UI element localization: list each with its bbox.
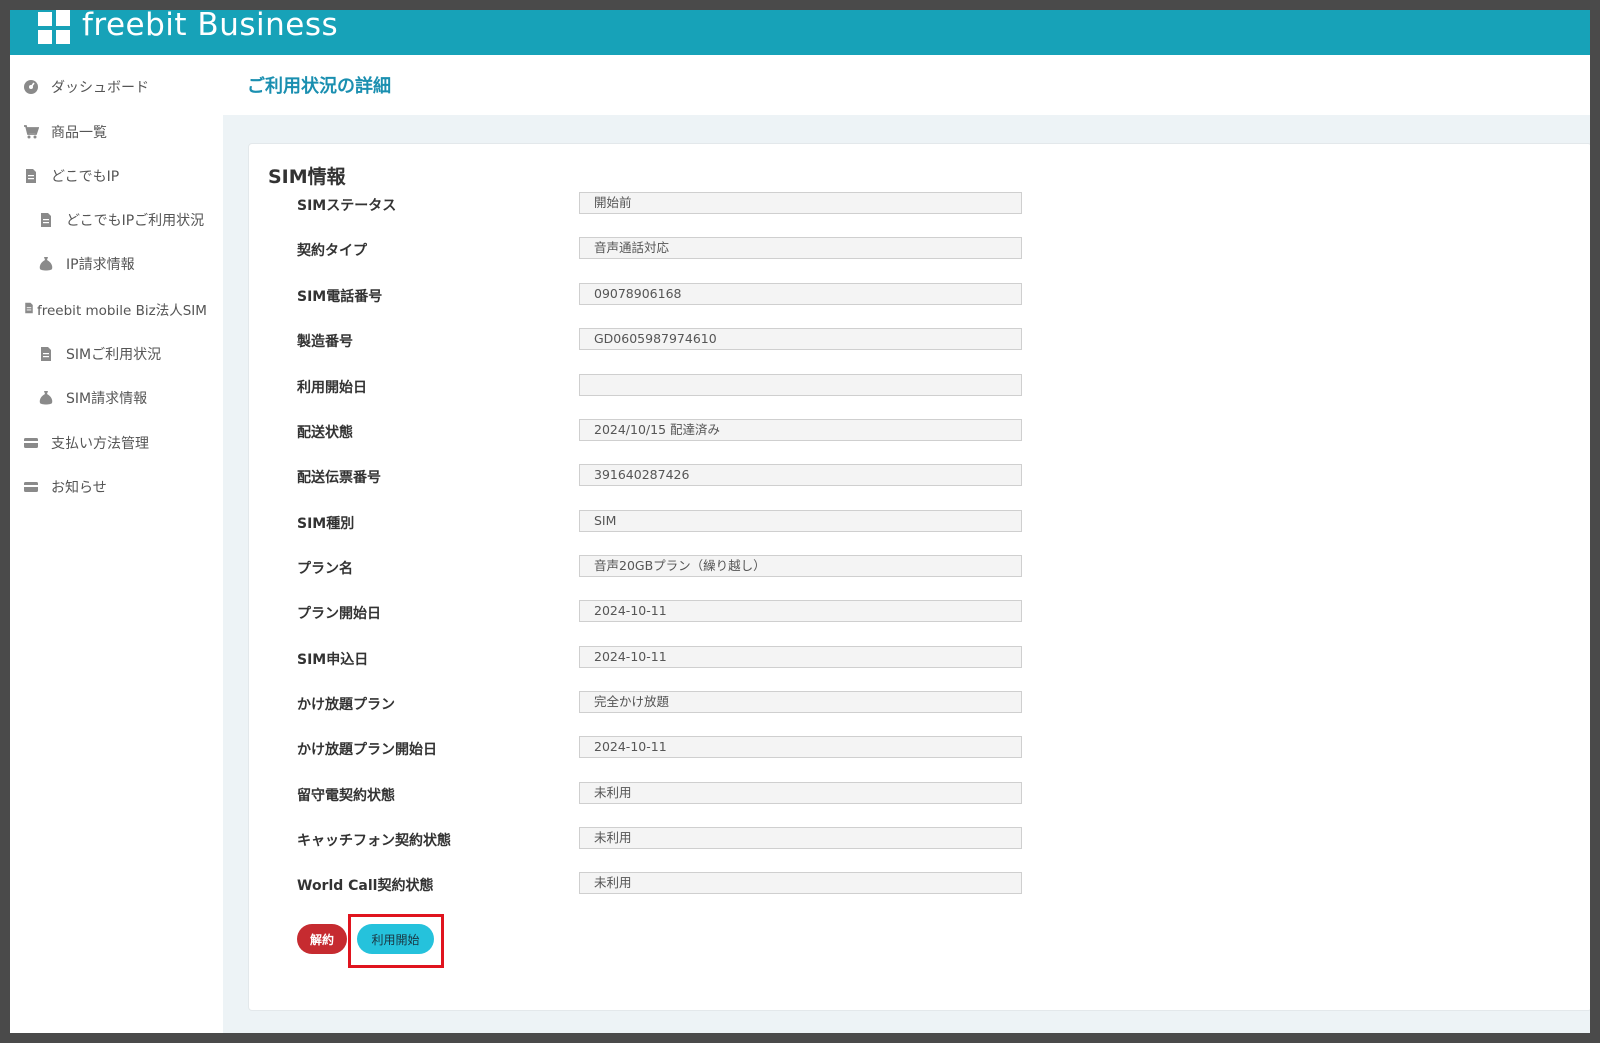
- credit-card-icon: [23, 479, 39, 495]
- field-label-voicemail: 留守電契約状態: [297, 788, 395, 804]
- cart-icon: [23, 124, 39, 140]
- top-bar: freebit Business: [10, 10, 1590, 55]
- page-title: ご利用状況の詳細: [247, 76, 391, 97]
- sidebar-item-label: 商品一覧: [51, 125, 107, 141]
- document-icon: [38, 212, 54, 228]
- sidebar-item-label: IP請求情報: [66, 257, 135, 273]
- sim-info-card: SIM情報 SIMステータス 開始前 契約タイプ 音声通話対応 SIM電話番号 …: [248, 143, 1590, 1011]
- money-bag-icon: [38, 256, 54, 272]
- sidebar-item-label: お知らせ: [51, 480, 107, 496]
- field-contract-type[interactable]: 音声通話対応: [579, 237, 1022, 259]
- highlight-box: [348, 914, 444, 968]
- sidebar-item-dashboard[interactable]: ダッシュボード: [23, 77, 149, 97]
- field-serial-number[interactable]: GD0605987974610: [579, 328, 1022, 350]
- document-icon: [38, 346, 54, 362]
- cancel-contract-button[interactable]: 解約: [297, 924, 347, 954]
- sidebar-item-label: 支払い方法管理: [51, 436, 149, 452]
- credit-card-icon: [23, 435, 39, 451]
- field-plan-name[interactable]: 音声20GBプラン（繰り越し）: [579, 555, 1022, 577]
- sidebar-item-news[interactable]: お知らせ: [23, 477, 107, 497]
- field-label-phone-number: SIM電話番号: [297, 289, 383, 305]
- field-label-sim-status: SIMステータス: [297, 198, 397, 214]
- field-label-unlimited-call: かけ放題プラン: [297, 697, 395, 713]
- field-delivery-status[interactable]: 2024/10/15 配達済み: [579, 419, 1022, 441]
- app-window: freebit Business ダッシュボード 商品一覧 どこでもIP どこで…: [10, 10, 1590, 1033]
- field-plan-start[interactable]: 2024-10-11: [579, 600, 1022, 622]
- field-unlimited-call[interactable]: 完全かけ放題: [579, 691, 1022, 713]
- field-start-date[interactable]: [579, 374, 1022, 396]
- field-unlimited-call-start[interactable]: 2024-10-11: [579, 736, 1022, 758]
- section-title: SIM情報: [268, 166, 346, 188]
- freebit-logo-icon: [38, 10, 72, 46]
- field-label-delivery-status: 配送状態: [297, 425, 353, 441]
- sidebar-item-label: どこでもIP: [51, 169, 120, 185]
- sidebar: ダッシュボード 商品一覧 どこでもIP どこでもIPご利用状況 IP請求情報 f…: [10, 55, 223, 1033]
- field-label-plan-start: プラン開始日: [297, 606, 381, 622]
- sidebar-item-label: どこでもIPご利用状況: [66, 213, 205, 229]
- field-label-unlimited-call-start: かけ放題プラン開始日: [297, 742, 437, 758]
- field-phone-number[interactable]: 09078906168: [579, 283, 1022, 305]
- sidebar-item-sim-billing[interactable]: SIM請求情報: [38, 388, 147, 408]
- document-icon: [23, 301, 35, 317]
- main-content: ご利用状況の詳細 SIM情報 SIMステータス 開始前 契約タイプ 音声通話対応…: [223, 55, 1590, 1033]
- brand-name[interactable]: freebit Business: [82, 10, 338, 41]
- field-sim-type[interactable]: SIM: [579, 510, 1022, 532]
- field-world-call[interactable]: 未利用: [579, 872, 1022, 894]
- sidebar-item-label: ダッシュボード: [51, 80, 149, 96]
- field-voicemail[interactable]: 未利用: [579, 782, 1022, 804]
- document-icon: [23, 168, 39, 184]
- field-label-contract-type: 契約タイプ: [297, 243, 367, 259]
- sidebar-item-products[interactable]: 商品一覧: [23, 122, 107, 142]
- field-sim-status[interactable]: 開始前: [579, 192, 1022, 214]
- field-label-call-waiting: キャッチフォン契約状態: [297, 833, 451, 849]
- money-bag-icon: [38, 390, 54, 406]
- sidebar-item-payment[interactable]: 支払い方法管理: [23, 433, 149, 453]
- field-call-waiting[interactable]: 未利用: [579, 827, 1022, 849]
- page-header: ご利用状況の詳細: [223, 55, 1590, 115]
- sidebar-item-label: freebit mobile Biz法人SIM: [37, 303, 207, 319]
- field-sim-apply-date[interactable]: 2024-10-11: [579, 646, 1022, 668]
- field-label-start-date: 利用開始日: [297, 380, 367, 396]
- sidebar-item-label: SIM請求情報: [66, 391, 148, 407]
- sidebar-item-sim-usage[interactable]: SIMご利用状況: [38, 344, 161, 364]
- dashboard-icon: [23, 79, 39, 95]
- field-label-tracking-number: 配送伝票番号: [297, 470, 381, 486]
- sidebar-item-freebit-mobile[interactable]: freebit mobile Biz法人SIM: [23, 299, 207, 319]
- field-tracking-number[interactable]: 391640287426: [579, 464, 1022, 486]
- field-label-plan-name: プラン名: [297, 561, 353, 577]
- sidebar-item-label: SIMご利用状況: [66, 347, 162, 363]
- sidebar-item-dokodemo-ip[interactable]: どこでもIP: [23, 166, 119, 186]
- sidebar-item-ip-usage[interactable]: どこでもIPご利用状況: [38, 210, 204, 230]
- field-label-world-call: World Call契約状態: [297, 878, 434, 894]
- field-label-serial-number: 製造番号: [297, 334, 353, 350]
- field-label-sim-type: SIM種別: [297, 516, 355, 532]
- field-label-sim-apply-date: SIM申込日: [297, 652, 369, 668]
- sidebar-item-ip-billing[interactable]: IP請求情報: [38, 254, 135, 274]
